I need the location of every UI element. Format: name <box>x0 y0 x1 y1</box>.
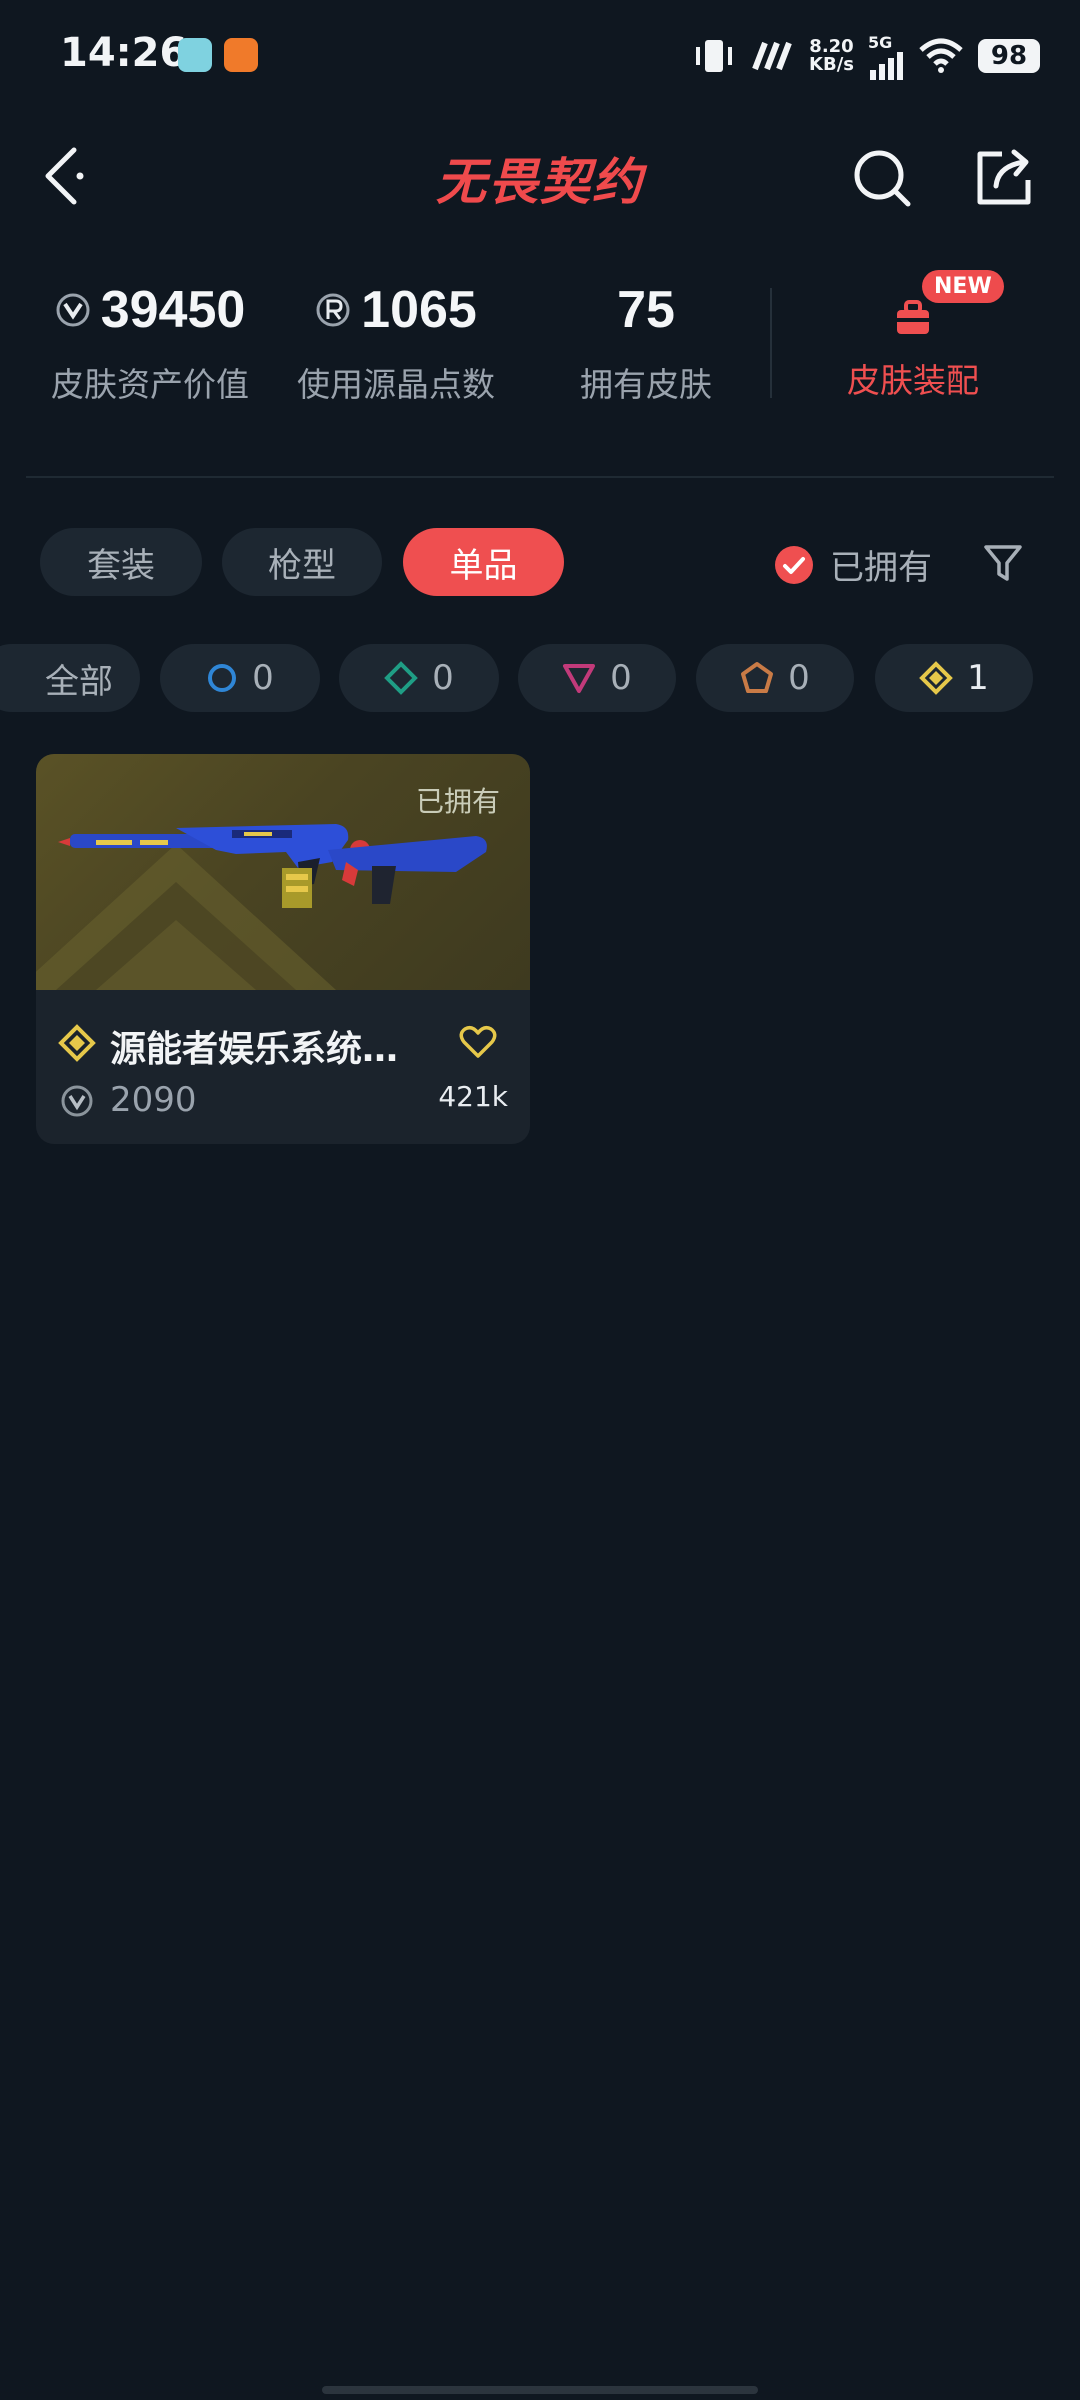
loadout-icon <box>897 300 929 334</box>
radianite-icon <box>316 293 350 327</box>
signal-group: 5G <box>868 33 904 80</box>
rarity-chip-premium[interactable]: 0 <box>518 644 676 712</box>
section-divider <box>26 476 1054 478</box>
filter-icon[interactable] <box>982 542 1024 584</box>
exclusive-tier-icon <box>741 662 774 693</box>
rarity-chip-exclusive[interactable]: 0 <box>696 644 854 712</box>
chip-count: 0 <box>788 658 810 698</box>
ultra-tier-icon <box>58 1024 96 1062</box>
select-tier-icon <box>208 664 237 692</box>
stat-label: 拥有皮肤 <box>580 365 712 404</box>
new-badge: NEW <box>922 270 1004 303</box>
status-time: 14:26 <box>60 30 188 76</box>
rarity-chip-all[interactable]: 全部 <box>0 644 140 712</box>
skin-name: 源能者娱乐系统… <box>110 1029 399 1070</box>
skin-price: 2090 <box>110 1080 197 1120</box>
rarity-chip-ultra[interactable]: 1 <box>875 644 1033 712</box>
chip-count: 1 <box>967 658 989 698</box>
loadout-label: 皮肤装配 <box>847 361 979 400</box>
page-title: 无畏契约 <box>436 153 644 211</box>
stat-value: 39450 <box>100 281 246 339</box>
stat-owned-skins: 75 拥有皮肤 <box>536 280 756 406</box>
stat-value: 1065 <box>361 281 477 339</box>
network-label: 5G <box>868 32 893 52</box>
tab-weapon-type[interactable]: 枪型 <box>222 528 382 596</box>
stat-radianite: 1065 使用源晶点数 <box>286 280 506 406</box>
chip-label: 全部 <box>45 661 113 702</box>
premium-tier-icon <box>563 664 596 693</box>
stat-label: 皮肤资产价值 <box>51 365 249 404</box>
chip-count: 0 <box>252 658 274 698</box>
owned-filter-toggle[interactable]: 已拥有 <box>774 540 932 589</box>
owned-label: 已拥有 <box>415 785 500 818</box>
skin-likes: 421k <box>438 1080 508 1113</box>
rarity-chip-deluxe[interactable]: 0 <box>339 644 499 712</box>
network-mode-icon <box>752 41 792 71</box>
stat-label: 使用源晶点数 <box>297 365 495 404</box>
skin-card[interactable]: 已拥有 源能者娱乐系统… 2090 421k <box>36 754 530 1144</box>
skin-image: 已拥有 <box>36 754 530 990</box>
chip-count: 0 <box>610 658 632 698</box>
deluxe-tier-icon <box>384 661 419 695</box>
battery-indicator: 98 <box>978 39 1040 73</box>
stat-value: 75 <box>617 281 675 339</box>
tab-suit[interactable]: 套装 <box>40 528 202 596</box>
vp-icon <box>56 293 90 327</box>
notification-app-icon <box>178 38 212 72</box>
net-speed-unit: KB/s <box>809 54 854 75</box>
rarity-chip-select[interactable]: 0 <box>160 644 320 712</box>
share-icon[interactable] <box>974 146 1036 208</box>
wifi-icon <box>919 38 963 73</box>
ultra-tier-icon <box>919 661 954 695</box>
home-indicator[interactable] <box>322 2386 758 2394</box>
favorite-heart-icon[interactable] <box>458 1022 498 1062</box>
chip-count: 0 <box>432 658 454 698</box>
stat-skin-value: 39450 皮肤资产价值 <box>40 280 260 406</box>
stat-divider <box>770 288 772 398</box>
owned-filter-label: 已拥有 <box>830 548 932 588</box>
search-icon[interactable] <box>852 148 914 210</box>
tab-single-item[interactable]: 单品 <box>403 528 564 596</box>
check-icon <box>775 545 813 584</box>
vp-icon <box>61 1085 93 1117</box>
net-speed: 8.20 KB/s <box>809 38 854 74</box>
vibrate-icon <box>696 40 733 72</box>
notification-app-icon <box>224 38 258 72</box>
status-indicators: 8.20 KB/s 5G 98 <box>691 30 1040 82</box>
signal-icon <box>870 51 903 80</box>
